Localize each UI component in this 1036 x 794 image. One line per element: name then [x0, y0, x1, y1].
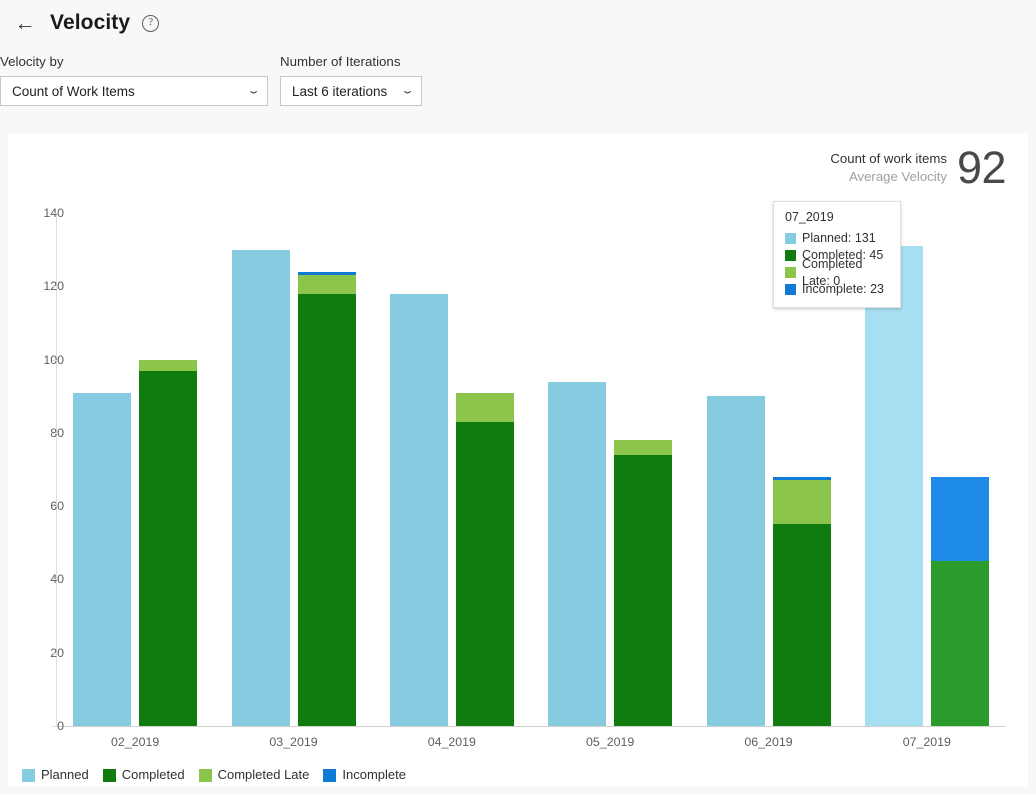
bar-incomplete[interactable]	[930, 476, 989, 562]
x-axis-tick-label: 04_2019	[427, 735, 476, 749]
bar-planned[interactable]	[231, 249, 290, 726]
tooltip-color-swatch	[785, 250, 796, 261]
filter-iterations-label: Number of Iterations	[280, 54, 401, 69]
bar-completed-late[interactable]	[614, 440, 673, 455]
y-axis-tick-mark	[52, 286, 57, 288]
legend-color-swatch	[198, 768, 212, 782]
y-axis-tick-mark	[52, 506, 57, 508]
tooltip-row-label: Incomplete: 23	[802, 282, 884, 296]
tooltip-rows: Planned: 131 Completed: 45 Completed Late:…	[785, 230, 889, 298]
tooltip-color-swatch	[785, 233, 796, 244]
bar-completed[interactable]	[139, 370, 198, 726]
tooltip-row: Incomplete: 23	[785, 281, 889, 298]
filter-number-of-iterations: Number of Iterations Last 6 iterations ⌄	[280, 54, 422, 106]
tooltip-color-swatch	[785, 284, 796, 295]
tooltip-color-swatch	[785, 267, 796, 278]
x-axis-tick-label: 07_2019	[902, 735, 951, 749]
velocity-by-value: Count of Work Items	[12, 83, 135, 99]
bar-completed-late[interactable]	[772, 480, 831, 525]
legend-item-label: Planned	[41, 767, 89, 782]
y-axis-tick-mark	[52, 579, 57, 581]
bar-planned[interactable]	[706, 396, 765, 726]
iterations-value: Last 6 iterations	[292, 83, 388, 99]
y-axis-tick-mark	[52, 432, 57, 434]
bar-completed[interactable]	[455, 421, 514, 726]
tooltip-row: Completed Late: 0	[785, 257, 889, 288]
y-axis-tick-mark	[52, 213, 57, 214]
legend-item-label: Completed	[121, 767, 185, 782]
bar-incomplete[interactable]	[297, 271, 356, 276]
y-axis-tick-mark	[52, 652, 57, 654]
bar-planned[interactable]	[548, 381, 607, 726]
y-axis-tick-mark	[52, 359, 57, 361]
y-axis-tick-mark	[52, 726, 57, 727]
bar-planned[interactable]	[389, 293, 448, 726]
help-icon[interactable]: ?	[142, 14, 160, 32]
legend-item-completed-late[interactable]: Completed Late	[198, 767, 310, 783]
tooltip-title: 07_2019	[785, 210, 834, 224]
chevron-down-icon: ⌄	[400, 85, 415, 96]
bar-completed-late[interactable]	[455, 392, 514, 422]
x-axis-tick-label: 05_2019	[586, 735, 635, 749]
legend-item-label: Incomplete	[342, 767, 406, 782]
legend-color-swatch	[102, 768, 116, 782]
legend-color-swatch	[323, 768, 337, 782]
chevron-down-icon: ⌄	[246, 85, 261, 96]
legend-item-incomplete[interactable]: Incomplete	[323, 767, 406, 783]
chart-legend: Planned Completed Completed Late Incomplete	[22, 767, 420, 783]
bar-completed[interactable]	[614, 454, 673, 726]
x-axis-tick-label: 02_2019	[111, 735, 160, 749]
x-axis-line	[56, 726, 1006, 727]
velocity-by-dropdown[interactable]: Count of Work Items ⌄	[0, 76, 268, 106]
velocity-chart-card: Count of work items Average Velocity 92 …	[8, 134, 1028, 786]
filter-velocity-by-label: Velocity by	[0, 54, 64, 69]
bar-completed-late[interactable]	[139, 359, 198, 371]
bar-completed[interactable]	[297, 293, 356, 726]
iterations-dropdown[interactable]: Last 6 iterations ⌄	[280, 76, 422, 106]
x-axis-tick-label: 06_2019	[744, 735, 793, 749]
legend-item-label: Completed Late	[217, 767, 310, 782]
back-icon[interactable]: ←	[12, 10, 38, 36]
x-axis-tick-label: 03_2019	[269, 735, 318, 749]
filter-velocity-by: Velocity by Count of Work Items ⌄	[0, 54, 268, 106]
legend-item-completed[interactable]: Completed	[102, 767, 185, 783]
bar-incomplete[interactable]	[772, 476, 831, 481]
legend-item-planned[interactable]: Planned	[22, 767, 89, 783]
bar-completed[interactable]	[930, 561, 989, 726]
page-header: ← Velocity ?	[0, 0, 1036, 46]
bar-completed-late[interactable]	[297, 275, 356, 294]
bar-planned[interactable]	[73, 392, 132, 726]
chart-tooltip: 07_2019 Planned: 131 Completed: 45 Complet…	[773, 201, 901, 308]
tooltip-row-label: Planned: 131	[802, 231, 876, 245]
filter-bar: Velocity by Count of Work Items ⌄ Number…	[0, 50, 1036, 128]
bar-completed[interactable]	[772, 524, 831, 726]
bar-planned[interactable]	[864, 245, 923, 726]
legend-color-swatch	[22, 768, 35, 782]
page-title: Velocity	[50, 11, 131, 34]
tooltip-row: Planned: 131	[785, 230, 889, 247]
